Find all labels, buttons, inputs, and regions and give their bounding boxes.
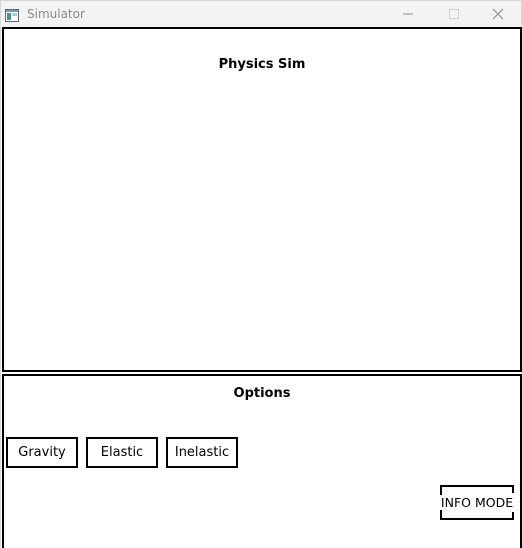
options-title: Options <box>233 386 291 401</box>
simulator-window: Simulator Physics Sim Options Gravity El… <box>0 0 522 548</box>
maximize-button <box>431 1 477 27</box>
minimize-button[interactable] <box>385 1 431 27</box>
maximize-icon <box>449 9 459 19</box>
close-icon <box>492 8 504 20</box>
inelastic-button[interactable]: Inelastic <box>166 437 238 468</box>
options-panel: Options Gravity Elastic Inelastic INFO M… <box>2 374 522 548</box>
info-mode-button[interactable]: INFO MODE <box>440 485 514 520</box>
window-title: Simulator <box>27 7 85 21</box>
minimize-icon <box>403 13 413 15</box>
window-app-icon <box>5 7 19 22</box>
close-button[interactable] <box>475 1 521 27</box>
gravity-button[interactable]: Gravity <box>6 437 78 468</box>
elastic-button[interactable]: Elastic <box>86 437 158 468</box>
title-bar[interactable]: Simulator <box>1 1 521 27</box>
simulation-canvas[interactable]: Physics Sim <box>2 27 522 372</box>
simulation-title: Physics Sim <box>218 57 306 72</box>
info-mode-label: INFO MODE <box>440 495 514 510</box>
